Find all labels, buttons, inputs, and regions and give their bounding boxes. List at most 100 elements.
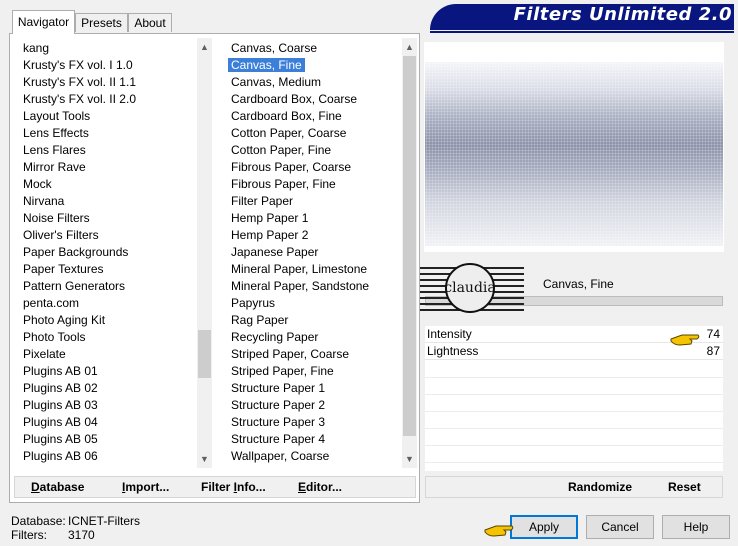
category-item[interactable]: Oliver's Filters (17, 227, 99, 244)
randomize-button[interactable]: Randomize (568, 478, 632, 496)
category-item[interactable]: Plugins AB 02 (17, 380, 98, 397)
empty-parameter-row (425, 445, 723, 446)
filter-item[interactable]: Canvas, Fine (225, 57, 305, 74)
filter-item-label: Recycling Paper (231, 330, 319, 344)
filter-item[interactable]: Japanese Paper (225, 244, 318, 261)
category-item[interactable]: Lens Flares (17, 142, 86, 159)
pointing-hand-icon (484, 525, 514, 537)
filter-item-label: Canvas, Coarse (231, 41, 318, 55)
filter-item[interactable]: Cotton Paper, Coarse (225, 125, 346, 142)
filter-item-label: Cardboard Box, Fine (231, 109, 342, 123)
filter-item[interactable]: Wallpaper, Coarse (225, 448, 329, 465)
filter-item-label: Structure Paper 1 (231, 381, 326, 395)
editor-button[interactable]: Editor... (298, 478, 342, 496)
scroll-down-icon[interactable]: ▼ (197, 452, 212, 467)
filter-item-label: Fibrous Paper, Coarse (231, 160, 352, 174)
category-item[interactable]: Plugins AB 06 (17, 448, 98, 465)
import-button[interactable]: Import... (122, 478, 169, 496)
pointing-hand-icon (670, 334, 700, 346)
filter-item[interactable]: Structure Paper 4 (225, 431, 325, 448)
filter-item[interactable]: Structure Paper 3 (225, 414, 325, 431)
category-item[interactable]: Plugins AB 05 (17, 431, 98, 448)
filter-item[interactable]: Hemp Paper 2 (225, 227, 308, 244)
category-item[interactable]: penta.com (17, 295, 79, 312)
category-item[interactable]: Paper Textures (17, 261, 104, 278)
category-item[interactable]: Pixelate (17, 346, 66, 363)
scroll-up-icon[interactable]: ▲ (197, 40, 212, 55)
import-button-label: mport... (125, 480, 170, 494)
category-item[interactable]: Paper Backgrounds (17, 244, 128, 261)
filter-item-label: Striped Paper, Coarse (231, 347, 350, 361)
filter-item[interactable]: Rag Paper (225, 312, 288, 329)
category-list[interactable]: kang Krusty's FX vol. I 1.0 Krusty's FX vo… (17, 38, 197, 468)
filter-item[interactable]: Cardboard Box, Fine (225, 108, 342, 125)
filter-list[interactable]: Canvas, Coarse Canvas, Fine Canvas, Medium… (225, 38, 403, 468)
filter-info-button[interactable]: Filter Info... (201, 478, 266, 496)
filter-scrollbar[interactable]: ▲ ▼ (402, 38, 417, 468)
filter-item-label: Mineral Paper, Limestone (231, 262, 368, 276)
empty-parameter-row (425, 411, 723, 412)
tab-about[interactable]: About (128, 13, 172, 32)
filter-item[interactable]: Cotton Paper, Fine (225, 142, 331, 159)
filter-item[interactable]: Striped Paper, Coarse (225, 346, 349, 363)
tab-presets[interactable]: Presets (75, 13, 128, 32)
category-item[interactable]: Mock (17, 176, 52, 193)
filter-item-label: Hemp Paper 1 (231, 211, 309, 225)
category-scrollbar[interactable]: ▲ ▼ (197, 38, 212, 468)
scroll-up-icon[interactable]: ▲ (402, 40, 417, 55)
filter-item[interactable]: Canvas, Coarse (225, 40, 317, 57)
category-item[interactable]: Nirvana (17, 193, 64, 210)
filter-item-label: Filter Paper (231, 194, 294, 208)
reset-button[interactable]: Reset (668, 478, 701, 496)
filter-item[interactable]: Recycling Paper (225, 329, 318, 346)
tab-navigator[interactable]: Navigator (12, 10, 75, 34)
filter-item-label: Canvas, Fine (228, 58, 305, 72)
filter-item[interactable]: Striped Paper, Fine (225, 363, 334, 380)
database-button-label: atabase (39, 480, 85, 494)
category-item[interactable]: Krusty's FX vol. II 2.0 (17, 91, 136, 108)
scroll-thumb[interactable] (403, 56, 416, 436)
category-item[interactable]: Layout Tools (17, 108, 90, 125)
filter-item[interactable]: Structure Paper 2 (225, 397, 325, 414)
category-item[interactable]: Lens Effects (17, 125, 89, 142)
preview-image[interactable] (425, 62, 723, 246)
filter-item[interactable]: Structure Paper 1 (225, 380, 325, 397)
category-item[interactable]: Plugins AB 03 (17, 397, 98, 414)
category-item[interactable]: Pattern Generators (17, 278, 125, 295)
filter-item-label: Structure Paper 3 (231, 415, 326, 429)
filter-item[interactable]: Cardboard Box, Coarse (225, 91, 357, 108)
category-item[interactable]: Plugins AB 01 (17, 363, 98, 380)
category-item[interactable]: Krusty's FX vol. I 1.0 (17, 57, 133, 74)
filter-item[interactable]: Wallpaper, Fine (225, 465, 314, 468)
category-item[interactable]: kang (17, 40, 49, 57)
category-item[interactable]: Krusty's FX vol. II 1.1 (17, 74, 136, 91)
help-button[interactable]: Help (662, 515, 730, 539)
filter-item[interactable]: Canvas, Medium (225, 74, 321, 91)
filter-item[interactable]: Fibrous Paper, Fine (225, 176, 336, 193)
filter-item[interactable]: Filter Paper (225, 193, 293, 210)
category-item[interactable]: Photo Tools (17, 329, 86, 346)
category-item[interactable]: Mirror Rave (17, 159, 86, 176)
database-button-hotkey: D (31, 480, 40, 494)
apply-button[interactable]: Apply (510, 515, 578, 539)
empty-parameter-row (425, 428, 723, 429)
scroll-down-icon[interactable]: ▼ (402, 452, 417, 467)
filter-item-label: Wallpaper, Coarse (231, 449, 330, 463)
filter-item-label: Cotton Paper, Coarse (231, 126, 347, 140)
filter-info-label-a: Filter (201, 480, 234, 494)
category-item[interactable]: Plugins AB 04 (17, 414, 98, 431)
filter-item-label: Structure Paper 4 (231, 432, 326, 446)
category-item[interactable]: Plugins AB 07 (17, 465, 98, 468)
filter-item[interactable]: Mineral Paper, Sandstone (225, 278, 369, 295)
parameter-value: 74 (706, 327, 720, 341)
filter-item[interactable]: Mineral Paper, Limestone (225, 261, 367, 278)
filter-item[interactable]: Hemp Paper 1 (225, 210, 308, 227)
filter-item[interactable]: Papyrus (225, 295, 275, 312)
category-item[interactable]: Photo Aging Kit (17, 312, 105, 329)
filter-item[interactable]: Fibrous Paper, Coarse (225, 159, 351, 176)
scroll-thumb[interactable] (198, 330, 211, 378)
category-item[interactable]: Noise Filters (17, 210, 90, 227)
cancel-button[interactable]: Cancel (586, 515, 654, 539)
database-button[interactable]: Database (31, 478, 84, 496)
filter-item-label: Japanese Paper (231, 245, 319, 259)
